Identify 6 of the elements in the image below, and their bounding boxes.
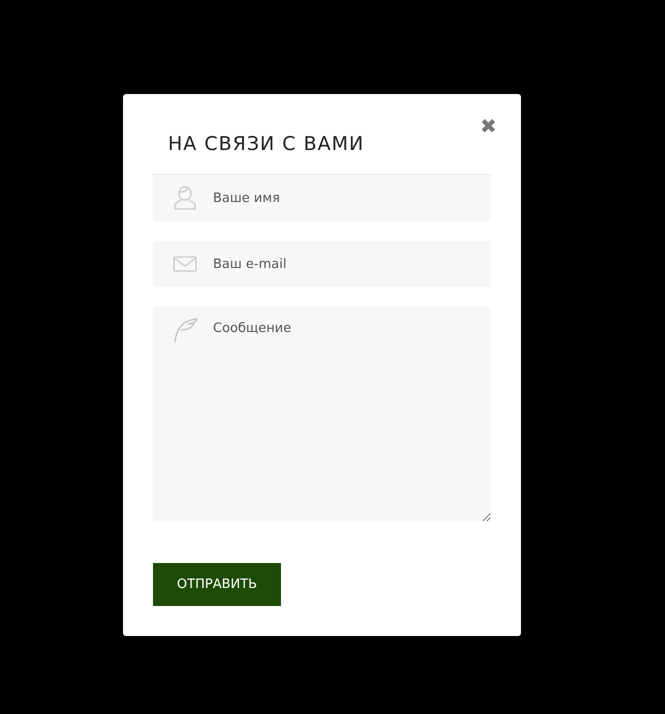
dialog-title: НА СВЯЗИ С ВАМИ xyxy=(168,132,364,157)
close-button[interactable]: ✖ xyxy=(480,116,497,138)
email-field[interactable]: Ваш e-mail xyxy=(153,241,491,287)
submit-button[interactable]: ОТПРАВИТЬ xyxy=(153,563,281,606)
name-field[interactable]: Ваше имя xyxy=(153,175,491,221)
message-field[interactable]: Сообщение xyxy=(153,307,491,522)
